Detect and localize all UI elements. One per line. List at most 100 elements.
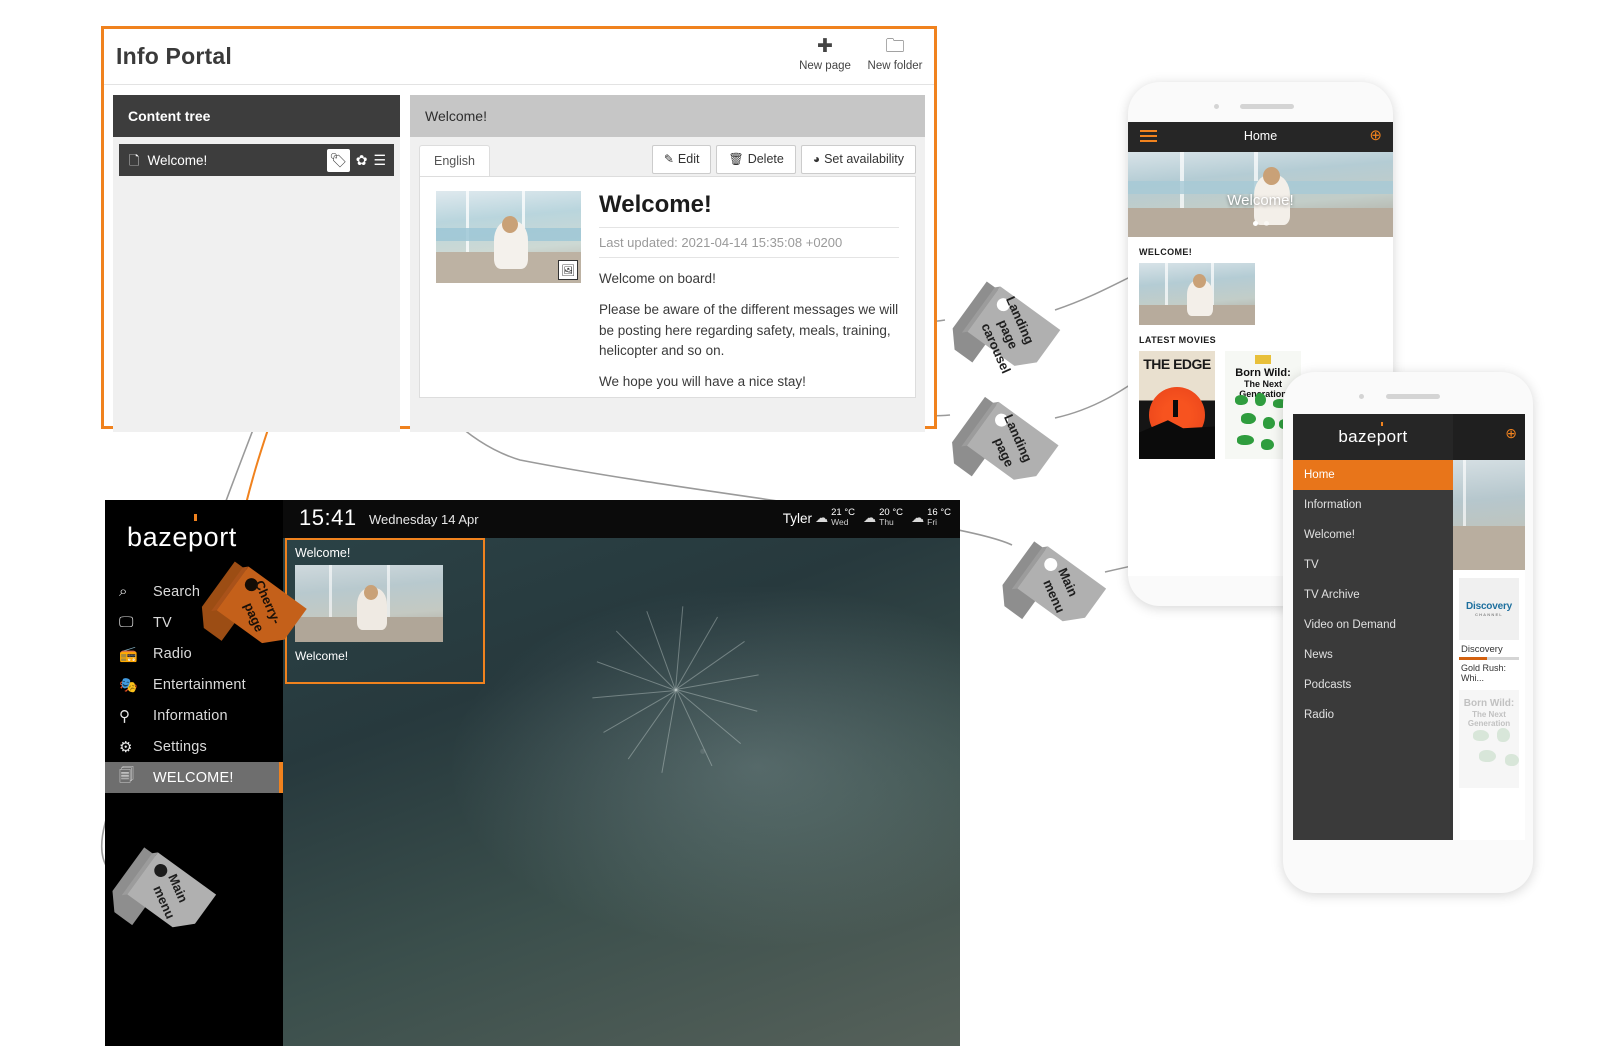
article-thumbnail[interactable]: 🖼 — [436, 191, 581, 283]
drawer-item-tv-archive[interactable]: TV Archive — [1293, 580, 1453, 610]
drawer-item-video-on-demand[interactable]: Video on Demand — [1293, 610, 1453, 640]
phone-section-heading: WELCOME! — [1139, 247, 1193, 257]
person-head — [1263, 167, 1280, 185]
faded-poster-line2: The Next Generation — [1467, 710, 1511, 728]
article-card: 🖼 Welcome! Last updated: 2021-04-14 15:3… — [419, 176, 916, 398]
page-title: Info Portal — [116, 43, 232, 69]
person-head — [364, 585, 378, 600]
detail-column: Welcome! English ✎ Edit 🗑 Delete ◕ Set avai… — [410, 95, 925, 432]
weather-day: Thu — [879, 516, 894, 527]
leaf-blob — [1479, 750, 1496, 762]
edit-button[interactable]: ✎ Edit — [651, 145, 712, 174]
content-tree-header: Content tree — [113, 95, 400, 137]
drawer-item-label: Information — [1304, 499, 1362, 511]
discovery-channel-logo: Discovery CHANNEL — [1459, 578, 1519, 640]
edit-icon: ✎ — [663, 152, 674, 166]
bazeport-logo: bazeport — [127, 514, 237, 552]
tv-topbar: 15:41 Wednesday 14 Apr Tyler ☁ 21 °C Wed … — [283, 500, 960, 538]
tv-menu-item-welcome[interactable]: 🗐 WELCOME! — [105, 762, 283, 793]
leaf-blob — [1505, 754, 1519, 766]
background-faded-poster: Born Wild: The Next Generation — [1459, 690, 1519, 788]
tv-date: Wednesday 14 Apr — [369, 512, 479, 527]
drawer-item-home[interactable]: Home — [1293, 460, 1453, 490]
rule-bottom — [599, 257, 899, 258]
carousel-dots[interactable] — [1128, 213, 1393, 231]
cherry-page-tile[interactable]: Welcome! Welcome! — [285, 538, 485, 684]
landing-page-carousel[interactable]: Welcome! — [1128, 152, 1393, 237]
article-paragraph-2: Please be aware of the different message… — [599, 302, 899, 358]
tree-node-label: Welcome! — [147, 152, 208, 168]
hamburger-icon[interactable]: ☰ — [373, 152, 386, 169]
globe-icon[interactable]: ⊕ — [1369, 128, 1382, 143]
background-channel-card: Discovery CHANNEL Discovery Gold Rush: Wh… — [1453, 570, 1525, 686]
drawer-item-news[interactable]: News — [1293, 640, 1453, 670]
leaf-blob — [1237, 435, 1254, 445]
detail-body: English ✎ Edit 🗑 Delete ◕ Set availability — [410, 137, 925, 432]
masks-icon: 🎭 — [119, 676, 138, 694]
drawer-header: bazeport — [1293, 414, 1453, 460]
weather-wed: ☁ 21 °C Wed — [815, 508, 855, 527]
rain-cloud-icon: ☁ — [863, 509, 877, 525]
leaf-blob — [1261, 439, 1274, 450]
new-page-button[interactable]: ✚ New page — [794, 37, 856, 73]
cherry-tile-title: Welcome! — [295, 546, 351, 560]
gear-icon[interactable]: ✿ — [356, 152, 368, 169]
tag-main-menu-phone: Main menu — [1000, 541, 1112, 644]
set-availability-button[interactable]: ◕ Set availability — [800, 145, 916, 174]
person-head — [502, 216, 518, 233]
drawer-background-content: ⊕ Discovery CHANNEL Discovery Gold Rush: … — [1453, 414, 1525, 840]
faded-poster-line1: Born Wild: — [1463, 698, 1515, 709]
edit-label: Edit — [677, 152, 700, 166]
tab-strip: English ✎ Edit 🗑 Delete ◕ Set availability — [419, 145, 916, 176]
leaf-blob — [1255, 393, 1266, 406]
tag-cherry-page: Cherry- page — [200, 561, 312, 666]
tree-node-buttons: 🏷 ✿ ☰ — [326, 148, 390, 172]
background-topbar: ⊕ — [1453, 414, 1525, 460]
welcome-thumbnail[interactable] — [1139, 263, 1255, 325]
new-folder-button[interactable]: 🗀 New folder — [864, 36, 926, 73]
phone-menu-mockup: bazeport Home Information Welcome! TV TV… — [1283, 372, 1533, 893]
tab-english[interactable]: English — [419, 145, 490, 176]
drawer-item-label: Video on Demand — [1304, 619, 1396, 631]
detail-header-title: Welcome! — [410, 95, 925, 137]
drawer-item-tv[interactable]: TV — [1293, 550, 1453, 580]
info-portal-actions: ✚ New page 🗀 New folder — [794, 36, 926, 73]
new-folder-icon: 🗀 — [885, 36, 905, 57]
info-portal-header: Info Portal ✚ New page 🗀 New folder — [104, 29, 934, 85]
cherry-tile-image — [295, 565, 443, 642]
tag-icon[interactable]: 🏷 — [326, 148, 350, 172]
clock-icon: ◕ — [812, 152, 821, 166]
drawer-item-radio[interactable]: Radio — [1293, 700, 1453, 730]
drawer-item-information[interactable]: Information — [1293, 490, 1453, 520]
tv-user-name: Tyler — [782, 511, 812, 526]
the-edge-poster[interactable]: THE EDGE — [1139, 351, 1215, 459]
info-portal-body: Content tree 🗋 Welcome! 🏷 ✿ ☰ Welcome! E… — [104, 86, 934, 432]
tv-menu-label: Search — [153, 583, 201, 600]
drawer-item-label: Podcasts — [1304, 679, 1352, 691]
drawer-item-label: TV Archive — [1304, 589, 1360, 601]
drawer-item-welcome[interactable]: Welcome! — [1293, 520, 1453, 550]
delete-button[interactable]: 🗑 Delete — [716, 145, 796, 174]
document-icon: 🗋 — [129, 152, 140, 168]
tree-node-welcome[interactable]: 🗋 Welcome! 🏷 ✿ ☰ — [119, 144, 394, 176]
phone-topbar: Home ⊕ — [1128, 122, 1393, 152]
set-availability-label: Set availability — [824, 152, 904, 166]
tv-menu-label: Entertainment — [153, 676, 246, 693]
radio-icon: 📻 — [119, 645, 138, 663]
article-text: Welcome! Last updated: 2021-04-14 15:35:… — [599, 191, 899, 389]
figure-shape — [1173, 400, 1178, 417]
main-menu-drawer: bazeport Home Information Welcome! TV TV… — [1293, 414, 1453, 840]
background-hero-image — [1453, 460, 1525, 570]
tv-menu-item-settings[interactable]: ⚙ Settings — [105, 731, 283, 762]
person-head — [1193, 274, 1206, 288]
background-channel-name: Discovery — [1461, 644, 1503, 655]
rain-cloud-icon: ☁ — [911, 509, 925, 525]
globe-icon[interactable]: ⊕ — [1505, 425, 1517, 442]
tv-menu-item-information[interactable]: ⚲ Information — [105, 700, 283, 731]
tag-landing-page: Landing page — [950, 396, 1065, 503]
phone-section-heading: LATEST MOVIES — [1139, 335, 1217, 345]
image-file-icon[interactable]: 🖼 — [558, 260, 578, 280]
tv-menu-item-entertainment[interactable]: 🎭 Entertainment — [105, 669, 283, 700]
discovery-logo-mark: Discovery CHANNEL — [1465, 601, 1512, 617]
drawer-item-podcasts[interactable]: Podcasts — [1293, 670, 1453, 700]
